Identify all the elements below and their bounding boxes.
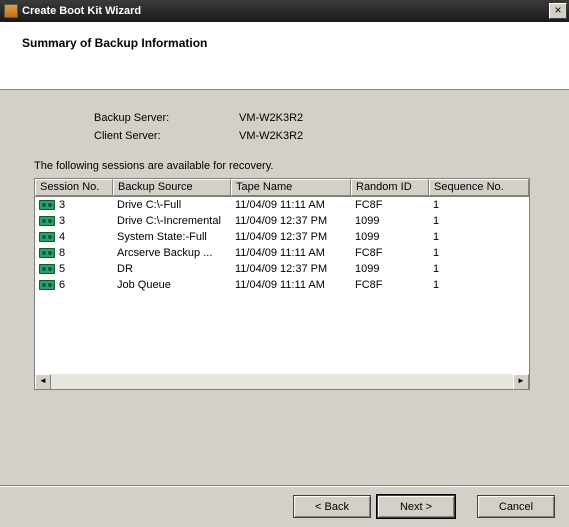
cell-tape: 11/04/09 12:37 PM: [231, 215, 351, 227]
table-row[interactable]: 5 DR11/04/09 12:37 PM10991: [35, 261, 529, 277]
cell-source: System State:-Full: [113, 231, 231, 243]
cancel-button[interactable]: Cancel: [477, 495, 555, 518]
tape-icon: [39, 280, 55, 290]
cell-session: 6: [35, 279, 113, 291]
close-button[interactable]: ×: [549, 3, 567, 19]
window-title: Create Boot Kit Wizard: [22, 5, 549, 17]
session-no: 8: [59, 247, 65, 259]
info-backup-server: Backup Server: VM-W2K3R2: [34, 112, 535, 124]
sessions-available-text: The following sessions are available for…: [34, 160, 535, 172]
table-row[interactable]: 4 System State:-Full11/04/09 12:37 PM1099…: [35, 229, 529, 245]
horizontal-scrollbar[interactable]: ◄ ►: [35, 373, 529, 389]
cell-tape: 11/04/09 11:11 AM: [231, 279, 351, 291]
cell-source: DR: [113, 263, 231, 275]
scroll-left-button[interactable]: ◄: [35, 374, 51, 390]
cell-tape: 11/04/09 12:37 PM: [231, 263, 351, 275]
tape-icon: [39, 248, 55, 258]
cell-seq: 1: [429, 247, 529, 259]
page-title: Summary of Backup Information: [22, 36, 569, 50]
table-row[interactable]: 3 Drive C:\-Full11/04/09 11:11 AMFC8F1: [35, 197, 529, 213]
tape-icon: [39, 232, 55, 242]
col-backup-source[interactable]: Backup Source: [113, 179, 231, 196]
client-server-value: VM-W2K3R2: [239, 130, 303, 142]
app-icon: [4, 4, 18, 18]
session-no: 3: [59, 215, 65, 227]
info-client-server: Client Server: VM-W2K3R2: [34, 130, 535, 142]
list-header: Session No. Backup Source Tape Name Rand…: [35, 179, 529, 197]
cell-session: 4: [35, 231, 113, 243]
tape-icon: [39, 264, 55, 274]
backup-server-label: Backup Server:: [94, 112, 239, 124]
cell-seq: 1: [429, 263, 529, 275]
tape-icon: [39, 200, 55, 210]
session-no: 6: [59, 279, 65, 291]
sessions-list[interactable]: Session No. Backup Source Tape Name Rand…: [34, 178, 530, 390]
title-bar: Create Boot Kit Wizard ×: [0, 0, 569, 22]
col-tape-name[interactable]: Tape Name: [231, 179, 351, 196]
col-sequence-no[interactable]: Sequence No.: [429, 179, 529, 196]
list-body: 3Drive C:\-Full11/04/09 11:11 AMFC8F13Dr…: [35, 197, 529, 293]
button-bar: < Back Next > Cancel: [0, 485, 569, 527]
session-no: 3: [59, 199, 65, 211]
cell-session: 8: [35, 247, 113, 259]
cell-random: 1099: [351, 215, 429, 227]
cell-session: 3: [35, 199, 113, 211]
table-row[interactable]: 8 Arcserve Backup ...11/04/09 11:11 AMFC8…: [35, 245, 529, 261]
cell-tape: 11/04/09 11:11 AM: [231, 247, 351, 259]
col-session-no[interactable]: Session No.: [35, 179, 113, 196]
cell-seq: 1: [429, 199, 529, 211]
cell-seq: 1: [429, 279, 529, 291]
cell-random: 1099: [351, 231, 429, 243]
wizard-body: Summary of Backup Information Backup Ser…: [0, 22, 569, 527]
cell-random: FC8F: [351, 199, 429, 211]
cell-seq: 1: [429, 215, 529, 227]
table-row[interactable]: 3Drive C:\-Incremental11/04/09 12:37 PM1…: [35, 213, 529, 229]
client-server-label: Client Server:: [94, 130, 239, 142]
cell-source: Arcserve Backup ...: [113, 247, 231, 259]
cell-random: FC8F: [351, 247, 429, 259]
table-row[interactable]: 6 Job Queue11/04/09 11:11 AMFC8F1: [35, 277, 529, 293]
session-no: 4: [59, 231, 65, 243]
cell-random: FC8F: [351, 279, 429, 291]
scroll-track[interactable]: [51, 374, 513, 389]
tape-icon: [39, 216, 55, 226]
cell-source: Drive C:\-Full: [113, 199, 231, 211]
col-random-id[interactable]: Random ID: [351, 179, 429, 196]
next-button[interactable]: Next >: [377, 495, 455, 518]
cell-session: 3: [35, 215, 113, 227]
scroll-right-button[interactable]: ►: [513, 374, 529, 390]
back-button[interactable]: < Back: [293, 495, 371, 518]
cell-tape: 11/04/09 11:11 AM: [231, 199, 351, 211]
cell-session: 5: [35, 263, 113, 275]
cell-source: Job Queue: [113, 279, 231, 291]
content-area: Backup Server: VM-W2K3R2 Client Server: …: [0, 90, 569, 400]
wizard-header: Summary of Backup Information: [0, 22, 569, 90]
backup-server-value: VM-W2K3R2: [239, 112, 303, 124]
cell-seq: 1: [429, 231, 529, 243]
cell-tape: 11/04/09 12:37 PM: [231, 231, 351, 243]
session-no: 5: [59, 263, 65, 275]
cell-random: 1099: [351, 263, 429, 275]
cell-source: Drive C:\-Incremental: [113, 215, 231, 227]
